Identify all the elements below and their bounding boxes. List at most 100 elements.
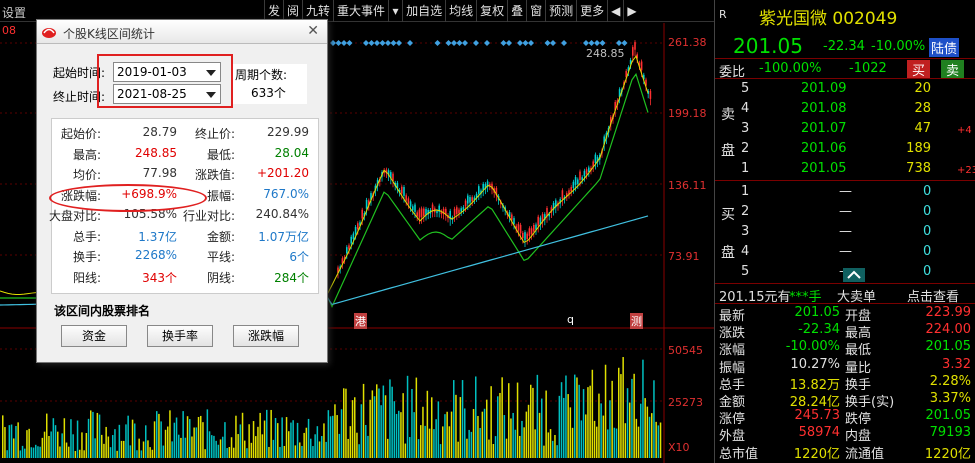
volume-bar [536, 374, 539, 458]
volume-bar [294, 445, 297, 458]
sell-order-price: 201.07 [801, 121, 847, 136]
toolbar-button[interactable]: 均线 [445, 0, 476, 22]
event-marker-icon [407, 40, 413, 46]
volume-bar [270, 409, 272, 458]
detail-label: 开盘 [845, 309, 872, 324]
expand-up-icon[interactable] [843, 268, 865, 282]
volume-bar [24, 448, 26, 458]
event-marker-icon [451, 40, 457, 46]
kline-body [414, 204, 416, 212]
buy-button[interactable]: 买 [907, 60, 931, 79]
volume-bar [246, 448, 248, 458]
highlight-date-range [97, 54, 233, 108]
rank-capital-button[interactable]: 资金 [61, 325, 127, 347]
dialog-titlebar[interactable]: 个股K线区间统计 ✕ [37, 20, 327, 44]
volume-bar [21, 445, 24, 458]
sell-order-chg: +23 [957, 165, 975, 176]
toolbar-button[interactable]: 窗 [526, 0, 545, 22]
sell-button[interactable]: 卖 [941, 60, 965, 79]
rank-turnover-button[interactable]: 换手率 [147, 325, 213, 347]
toolbar-button[interactable]: 加自选 [402, 0, 445, 22]
kline-body [519, 224, 522, 234]
toolbar-prev-icon[interactable]: ◀ [607, 0, 623, 22]
volume-bar [195, 427, 198, 458]
close-icon[interactable]: ✕ [307, 23, 319, 39]
event-marker-icon [616, 40, 622, 46]
rank-change-button[interactable]: 涨跌幅 [233, 325, 299, 347]
sell-order-lvl: 2 [741, 141, 750, 156]
detail-value: 2.28% [929, 373, 971, 389]
volume-bar [263, 420, 266, 458]
toolbar-button[interactable]: 复权 [476, 0, 507, 22]
settings-label[interactable]: 设置 [2, 4, 26, 21]
toolbar-button[interactable]: 更多 [576, 0, 607, 22]
volume-bar [219, 439, 222, 458]
volume-bar [180, 437, 182, 458]
volume-bar [637, 426, 640, 458]
volume-bar [437, 401, 440, 458]
kline-body [346, 247, 348, 254]
divider [715, 303, 975, 304]
toolbar-next-icon[interactable]: ▶ [623, 0, 639, 22]
volume-bar [123, 440, 125, 458]
volume-bar [204, 449, 206, 458]
kline-body [588, 167, 590, 172]
price-tick: 261.38 [668, 36, 707, 49]
detail-label: 换手 [845, 377, 872, 393]
toolbar-button[interactable]: 叠 [507, 0, 526, 22]
toolbar-button[interactable]: 重大事件 [333, 0, 388, 22]
volume-bar [182, 411, 184, 458]
volume-bar [307, 418, 310, 458]
app-logo-icon [42, 28, 56, 38]
kline-body [522, 232, 524, 239]
volume-bar [175, 417, 178, 458]
stock-name-code: 紫光国微 002049 [759, 9, 898, 29]
stat-label: 行业对比: [182, 209, 235, 223]
chart-marker[interactable]: 港 [354, 313, 367, 329]
volume-bar [475, 376, 477, 458]
volume-bar [325, 441, 327, 458]
volume-bar [356, 432, 358, 458]
volume-bar [233, 447, 235, 458]
price-tick: 136.11 [668, 179, 707, 192]
dropdown-arrow-icon[interactable]: ▾ [388, 0, 402, 22]
volume-bar [237, 434, 239, 458]
divider [715, 78, 975, 79]
event-marker-icon [346, 40, 353, 46]
volume-bar [41, 437, 44, 458]
volume-bar [629, 402, 631, 458]
volume-bar [153, 421, 156, 458]
volume-bar [107, 436, 110, 458]
dialog-title: 个股K线区间统计 [63, 27, 155, 41]
volume-bar [543, 445, 545, 458]
volume-bar [369, 399, 371, 458]
chart-marker[interactable]: 测 [630, 313, 643, 329]
volume-bar [323, 423, 325, 458]
event-marker-icon [335, 40, 342, 46]
chart-marker[interactable]: q [567, 313, 574, 326]
volume-bar [560, 382, 563, 458]
volume-tick: 50545 [668, 344, 703, 357]
kline-body [570, 187, 572, 192]
volume-bar [4, 427, 6, 458]
sell-side-label: 卖 [721, 107, 735, 123]
volume-bar [296, 422, 299, 458]
volume-bar [15, 425, 17, 458]
volume-bar [202, 422, 204, 458]
volume-bar [571, 427, 574, 458]
volume-bar [389, 379, 391, 458]
toolbar-button[interactable]: 预测 [545, 0, 576, 22]
volume-bar [140, 450, 143, 458]
event-marker-icon [385, 40, 391, 46]
volume-bar [28, 428, 30, 458]
volume-bar [257, 426, 259, 458]
detail-value: 201.05 [925, 339, 972, 355]
stat-value: 6个 [289, 250, 309, 264]
event-marker-icon [456, 40, 463, 46]
volume-bar [164, 429, 167, 458]
volume-bar [255, 436, 257, 458]
volume-bar [169, 410, 171, 458]
kline-body [409, 201, 412, 207]
sell-order-price: 201.09 [801, 81, 847, 96]
volume-bar [644, 398, 646, 458]
